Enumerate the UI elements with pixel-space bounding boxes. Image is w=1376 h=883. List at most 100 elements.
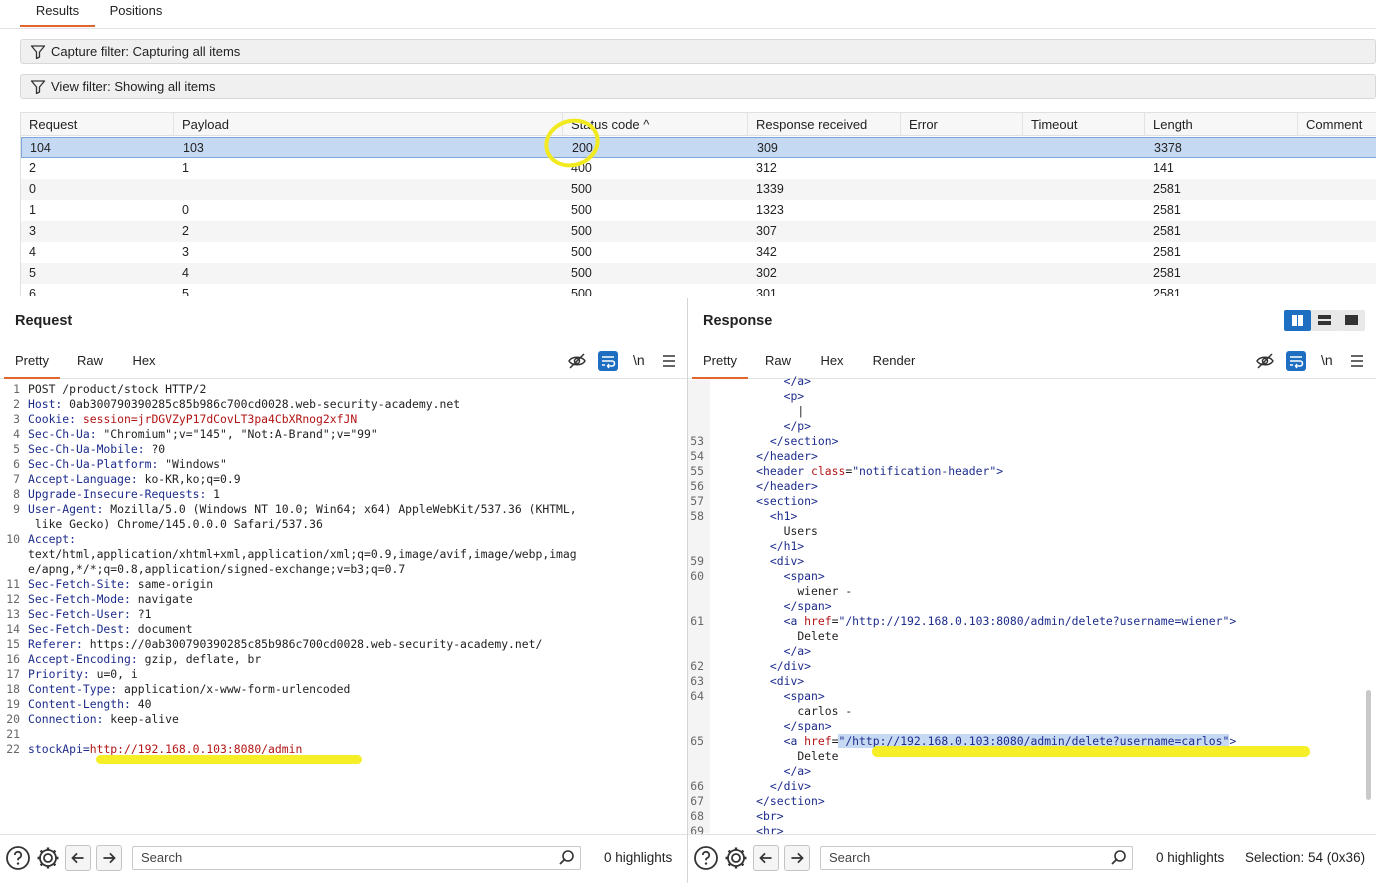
- html-tag: </h1>: [769, 539, 805, 553]
- menu-icon[interactable]: [1347, 351, 1367, 371]
- html-tag: <br>: [756, 809, 784, 823]
- line-number: 54: [690, 449, 704, 463]
- code-text: <div>: [770, 554, 804, 569]
- table-row[interactable]: 0 500 1339 2581: [21, 179, 1376, 200]
- html-tag: </a>: [783, 374, 812, 388]
- header-key: Host:: [28, 397, 63, 411]
- code-line: 20 Connection: keep-alive: [0, 712, 680, 727]
- gear-icon[interactable]: [35, 845, 61, 871]
- capture-filter-bar[interactable]: Capture filter: Capturing all items: [20, 39, 1376, 64]
- cell-request: 3: [29, 224, 36, 238]
- col-payload[interactable]: Payload: [174, 113, 563, 136]
- view-filter-bar[interactable]: View filter: Showing all items: [20, 74, 1376, 99]
- request-search-input[interactable]: Search: [132, 846, 581, 870]
- search-icon[interactable]: [1110, 849, 1128, 867]
- line-number: 68: [690, 809, 704, 823]
- word-wrap-icon[interactable]: [1286, 351, 1306, 371]
- line-number: 65: [690, 734, 704, 748]
- code-line: 6 Sec-Ch-Ua-Platform: "Windows": [0, 457, 680, 472]
- code-line: 1 POST /product/stock HTTP/2: [0, 382, 680, 397]
- header-key: stockApi=: [28, 742, 90, 756]
- table-row[interactable]: 3 2 500 307 2581: [21, 221, 1376, 242]
- request-pane-title: Request: [15, 313, 73, 329]
- hide-non-printable-icon[interactable]: [1255, 351, 1275, 371]
- hide-non-printable-icon[interactable]: [567, 351, 587, 371]
- layout-toggle-icons[interactable]: [1284, 310, 1365, 331]
- table-row[interactable]: 5 4 500 302 2581: [21, 263, 1376, 284]
- code-line: 5 Sec-Ch-Ua-Mobile: ?0: [0, 442, 680, 457]
- code-text: |: [797, 404, 804, 419]
- code-text: </div>: [770, 779, 811, 794]
- request-editor[interactable]: 1 POST /product/stock HTTP/2 2 Host: 0ab300…: [0, 382, 680, 834]
- tab-hex[interactable]: Hex: [120, 347, 168, 379]
- results-table: Request Payload Status code ^ Response r…: [20, 112, 1376, 296]
- col-response-received[interactable]: Response received: [748, 113, 901, 136]
- col-comment[interactable]: Comment: [1298, 113, 1376, 136]
- line-number: 69: [690, 824, 704, 834]
- newline-toggle[interactable]: \n: [633, 352, 645, 368]
- code-line: </h1>: [688, 539, 1364, 554]
- header-value: ko-KR,ko;q=0.9: [137, 472, 241, 486]
- line-number: 5: [13, 442, 20, 456]
- word-wrap-icon[interactable]: [598, 351, 618, 371]
- code-text: <header class="notification-header">: [756, 464, 1003, 479]
- header-value: text/html,application/xhtml+xml,applicat…: [28, 547, 577, 561]
- back-arrow-icon[interactable]: [65, 845, 91, 871]
- forward-arrow-icon[interactable]: [784, 845, 810, 871]
- code-text: User-Agent: Mozilla/5.0 (Windows NT 10.0…: [28, 502, 577, 517]
- code-line: 16 Accept-Encoding: gzip, deflate, br: [0, 652, 680, 667]
- table-row[interactable]: 4 3 500 342 2581: [21, 242, 1376, 263]
- response-scrollbar[interactable]: [1366, 690, 1371, 800]
- search-icon[interactable]: [558, 849, 576, 867]
- code-line: 17 Priority: u=0, i: [0, 667, 680, 682]
- forward-arrow-icon[interactable]: [96, 845, 122, 871]
- col-request[interactable]: Request: [21, 113, 174, 136]
- html-attr: href: [804, 614, 832, 628]
- help-icon[interactable]: [5, 845, 31, 871]
- header-key: Priority:: [28, 667, 90, 681]
- header-value: 40: [130, 697, 152, 711]
- help-icon[interactable]: [693, 845, 719, 871]
- cell-length: 2581: [1153, 287, 1181, 296]
- code-text: Host: 0ab300790390285c85b986c700cd0028.w…: [28, 397, 460, 412]
- code-line: 3 Cookie: session=jrDGVZyP17dCovLT3pa4CbX…: [0, 412, 680, 427]
- tab-raw[interactable]: Raw: [66, 347, 114, 379]
- header-value: keep-alive: [103, 712, 179, 726]
- header-value: e/apng,*/*;q=0.8,application/signed-exch…: [28, 562, 406, 576]
- line-number: 14: [6, 622, 20, 636]
- response-editor[interactable]: </a> <p> | </p> 53 </section> 54 </header> 55 <he…: [688, 374, 1364, 834]
- table-row[interactable]: 2 1 400 312 141: [21, 158, 1376, 179]
- line-number: 57: [690, 494, 704, 508]
- cell-received: 1339: [756, 182, 784, 196]
- tab-positions[interactable]: Positions: [100, 0, 172, 27]
- html-tag: <p>: [783, 389, 805, 403]
- line-number: 9: [13, 502, 20, 516]
- html-text: Delete: [797, 749, 839, 763]
- code-text: like Gecko) Chrome/145.0.0.0 Safari/537.…: [28, 517, 323, 532]
- gear-icon[interactable]: [723, 845, 749, 871]
- table-row[interactable]: 104 103 200 309 3378: [21, 137, 1376, 158]
- table-row[interactable]: 1 0 500 1323 2581: [21, 200, 1376, 221]
- html-text: carlos -: [797, 704, 853, 718]
- cell-request: 6: [29, 287, 36, 296]
- newline-toggle[interactable]: \n: [1321, 352, 1333, 368]
- col-length[interactable]: Length: [1145, 113, 1298, 136]
- code-text: Content-Type: application/x-www-form-url…: [28, 682, 350, 697]
- tab-pretty[interactable]: Pretty: [4, 347, 60, 379]
- back-arrow-icon[interactable]: [753, 845, 779, 871]
- cell-received: 307: [756, 224, 777, 238]
- header-key: User-Agent:: [28, 502, 104, 516]
- tab-results[interactable]: Results: [20, 0, 95, 27]
- response-search-input[interactable]: Search: [820, 846, 1133, 870]
- col-error[interactable]: Error: [901, 113, 1023, 136]
- header-value: http://192.168.0.103:8080/admin: [89, 742, 303, 756]
- table-row[interactable]: 6 5 500 301 2581: [21, 284, 1376, 296]
- menu-icon[interactable]: [659, 351, 679, 371]
- html-tag: >: [996, 464, 1004, 478]
- line-number: 19: [6, 697, 20, 711]
- code-text: <br>: [756, 809, 783, 824]
- html-attr: href: [804, 734, 832, 748]
- col-timeout[interactable]: Timeout: [1023, 113, 1145, 136]
- html-tag: <span>: [783, 689, 825, 703]
- html-tag: </div>: [769, 659, 812, 673]
